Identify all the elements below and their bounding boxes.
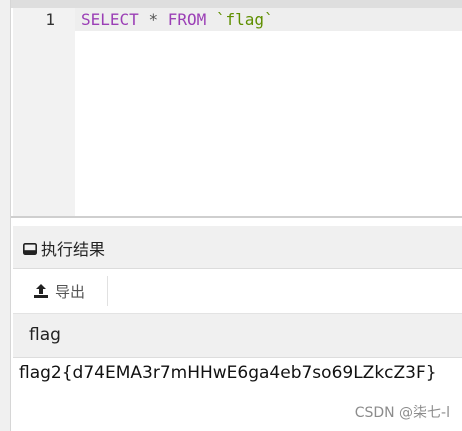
- from-keyword: FROM: [167, 10, 207, 29]
- column-header-flag[interactable]: flag: [13, 314, 462, 358]
- select-keyword: SELECT: [81, 10, 139, 29]
- table-row[interactable]: flag2{d74EMA3r7mHHwE6ga4eb7so69LZkcZ3F}: [13, 358, 462, 389]
- sql-editor[interactable]: 1 SELECT * FROM `flag`: [13, 8, 462, 216]
- result-panel-icon: [23, 240, 37, 255]
- star-operator: *: [148, 10, 159, 29]
- results-panel: 执行结果 导出 flag flag2{d74EMA3r7mHHwE6ga4eb7…: [13, 218, 462, 431]
- sql-code-line[interactable]: SELECT * FROM `flag`: [81, 10, 274, 29]
- column-header-label: flag: [29, 325, 61, 345]
- table-name: `flag`: [215, 10, 274, 29]
- line-number: 1: [45, 10, 55, 29]
- export-label: 导出: [55, 283, 86, 301]
- export-button[interactable]: 导出: [21, 276, 108, 306]
- result-toolbar: 导出: [13, 269, 462, 314]
- left-border: [0, 0, 11, 431]
- result-panel-header: 执行结果: [13, 226, 462, 269]
- csdn-watermark: CSDN @柒七-l: [354, 405, 450, 421]
- line-gutter: 1: [13, 8, 75, 216]
- flag-cell-value[interactable]: flag2{d74EMA3r7mHHwE6ga4eb7so69LZkcZ3F}: [19, 363, 437, 383]
- result-panel-title: 执行结果: [41, 240, 106, 259]
- export-upload-icon: [33, 283, 49, 299]
- top-divider: [11, 0, 462, 8]
